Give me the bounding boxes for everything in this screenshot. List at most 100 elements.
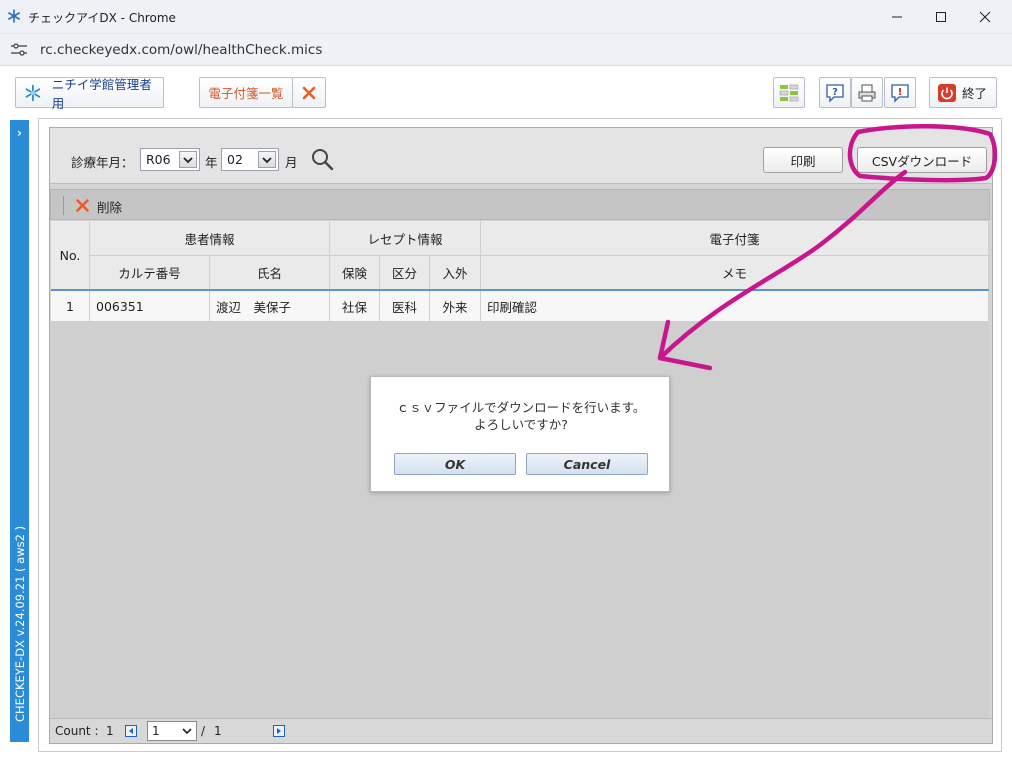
dialog-message-line1: ｃｓｖファイルでダウンロードを行います。 <box>396 400 646 415</box>
close-window-button[interactable] <box>963 4 1007 30</box>
sticky-list-button[interactable]: 電子付箋一覧 <box>199 77 293 108</box>
year-value: R06 <box>146 152 171 167</box>
help-question-icon: ? <box>826 83 844 103</box>
col-header-name[interactable]: 氏名 <box>210 256 330 290</box>
version-sidebar: › CHECKEYE-DX v.24.09.21 ( aws2 ) <box>10 120 29 742</box>
col-header-category-text: 区分 <box>391 266 417 281</box>
row-category-text: 医科 <box>391 299 417 315</box>
print-list-label: 印刷 <box>790 153 816 169</box>
row-category[interactable]: 医科 <box>380 291 430 322</box>
address-bar: rc.checkeyedx.com/owl/healthCheck.mics <box>0 34 1012 66</box>
admin-button[interactable]: ニチイ学館管理者用 <box>15 77 164 111</box>
svg-text:?: ? <box>832 87 838 98</box>
dialog-cancel-label: Cancel <box>563 456 611 472</box>
next-page-button[interactable] <box>273 725 285 737</box>
svg-text:!: ! <box>898 87 903 98</box>
row-insurance-text: 社保 <box>341 299 367 315</box>
url-text[interactable]: rc.checkeyedx.com/owl/healthCheck.mics <box>40 42 322 58</box>
triangle-right-icon <box>277 728 281 734</box>
app-toolbar: ニチイ学館管理者用 電子付箋一覧 ? ! 終了 <box>0 67 1012 115</box>
year-select[interactable]: R06 <box>140 148 200 171</box>
close-icon <box>979 11 991 23</box>
site-info-icon[interactable] <box>10 42 28 58</box>
help-button[interactable]: ? <box>819 77 851 108</box>
col-header-name-text: 氏名 <box>256 266 282 281</box>
row-no[interactable]: 1 <box>51 291 90 322</box>
group-header-receipt: レセプト情報 <box>330 221 481 256</box>
action-bar: 削除 <box>50 189 990 220</box>
row-insurance[interactable]: 社保 <box>330 291 380 322</box>
col-header-chart-no[interactable]: カルテ番号 <box>90 256 210 290</box>
window-title: チェックアイDX - Chrome <box>28 11 176 25</box>
dialog-ok-button[interactable]: OK <box>394 453 516 475</box>
action-separator <box>63 196 64 215</box>
csv-download-label: CSVダウンロード <box>871 153 973 169</box>
prev-page-button[interactable] <box>125 725 137 737</box>
group-header-patient-text: 患者情報 <box>184 231 235 247</box>
month-value: 02 <box>227 152 243 167</box>
minimize-button[interactable] <box>875 4 919 30</box>
exit-button[interactable]: 終了 <box>929 77 997 108</box>
chevron-down-icon <box>183 156 193 163</box>
browser-titlebar: チェックアイDX - Chrome <box>0 0 1012 34</box>
total-pages: 1 <box>214 724 222 738</box>
exit-label: 終了 <box>962 86 988 101</box>
group-header-patient: 患者情報 <box>90 221 330 256</box>
row-name[interactable]: 渡辺 美保子 <box>210 291 330 322</box>
count-value: 1 <box>106 724 114 738</box>
col-header-inout[interactable]: 入外 <box>430 256 481 290</box>
group-header-sticky-text: 電子付箋 <box>709 231 760 247</box>
year-dropdown-arrow[interactable] <box>179 151 197 168</box>
dialog-cancel-button[interactable]: Cancel <box>526 453 648 475</box>
csv-download-button[interactable]: CSVダウンロード <box>857 147 987 173</box>
col-header-insurance[interactable]: 保険 <box>330 256 380 290</box>
group-header-receipt-text: レセプト情報 <box>367 231 443 247</box>
notice-button[interactable]: ! <box>884 77 916 108</box>
month-select[interactable]: 02 <box>221 148 279 171</box>
page-separator: / <box>201 724 206 738</box>
count-label: Count : <box>55 724 99 738</box>
col-header-insurance-text: 保険 <box>341 266 367 281</box>
print-list-button[interactable]: 印刷 <box>763 147 843 173</box>
alert-icon: ! <box>891 83 909 103</box>
col-header-category[interactable]: 区分 <box>380 256 430 290</box>
version-text-wrap: CHECKEYE-DX v.24.09.21 ( aws2 ) <box>10 526 29 736</box>
row-chart-no-text: 006351 <box>96 298 144 314</box>
month-dropdown-arrow[interactable] <box>258 151 276 168</box>
row-inout-text: 外来 <box>442 299 468 315</box>
minimize-icon <box>892 16 902 18</box>
delete-x-icon[interactable] <box>75 198 90 213</box>
col-header-no-text: No. <box>59 247 81 263</box>
group-header-sticky: 電子付箋 <box>481 221 989 256</box>
col-header-inout-text: 入外 <box>442 266 468 281</box>
delete-label[interactable]: 削除 <box>97 197 122 216</box>
sticky-list-clear-button[interactable] <box>292 77 326 108</box>
power-icon <box>938 83 956 102</box>
dialog-ok-label: OK <box>444 456 466 472</box>
row-memo-text: 印刷確認 <box>487 299 538 315</box>
app-snowflake-icon <box>7 9 20 23</box>
grid-settings-icon <box>779 84 799 101</box>
row-no-text: 1 <box>66 298 74 314</box>
row-memo[interactable]: 印刷確認 <box>481 291 989 322</box>
row-chart-no[interactable]: 006351 <box>90 291 210 322</box>
layout-settings-button[interactable] <box>773 77 805 108</box>
period-label: 診療年月： <box>71 155 134 170</box>
page-select[interactable]: 1 <box>147 721 197 741</box>
dialog-message-line2: よろしいですか? <box>474 417 568 432</box>
chevron-down-icon <box>182 728 192 735</box>
col-header-memo-text: メモ <box>721 266 747 281</box>
maximize-icon <box>936 12 946 22</box>
version-text: CHECKEYE-DX v.24.09.21 ( aws2 ) <box>12 525 27 722</box>
row-inout[interactable]: 外来 <box>430 291 481 322</box>
chevron-down-icon <box>262 156 272 163</box>
print-button[interactable] <box>851 77 883 108</box>
snowflake-icon <box>25 84 41 101</box>
confirm-dialog: ｃｓｖファイルでダウンロードを行います。 よろしいですか? OK Cancel <box>370 376 670 492</box>
search-icon[interactable] <box>310 147 334 171</box>
col-header-memo[interactable]: メモ <box>481 256 989 290</box>
expand-chevron-icon[interactable]: › <box>10 126 29 140</box>
row-name-text: 渡辺 美保子 <box>216 299 292 315</box>
page-select-value: 1 <box>152 724 160 738</box>
maximize-button[interactable] <box>919 4 963 30</box>
